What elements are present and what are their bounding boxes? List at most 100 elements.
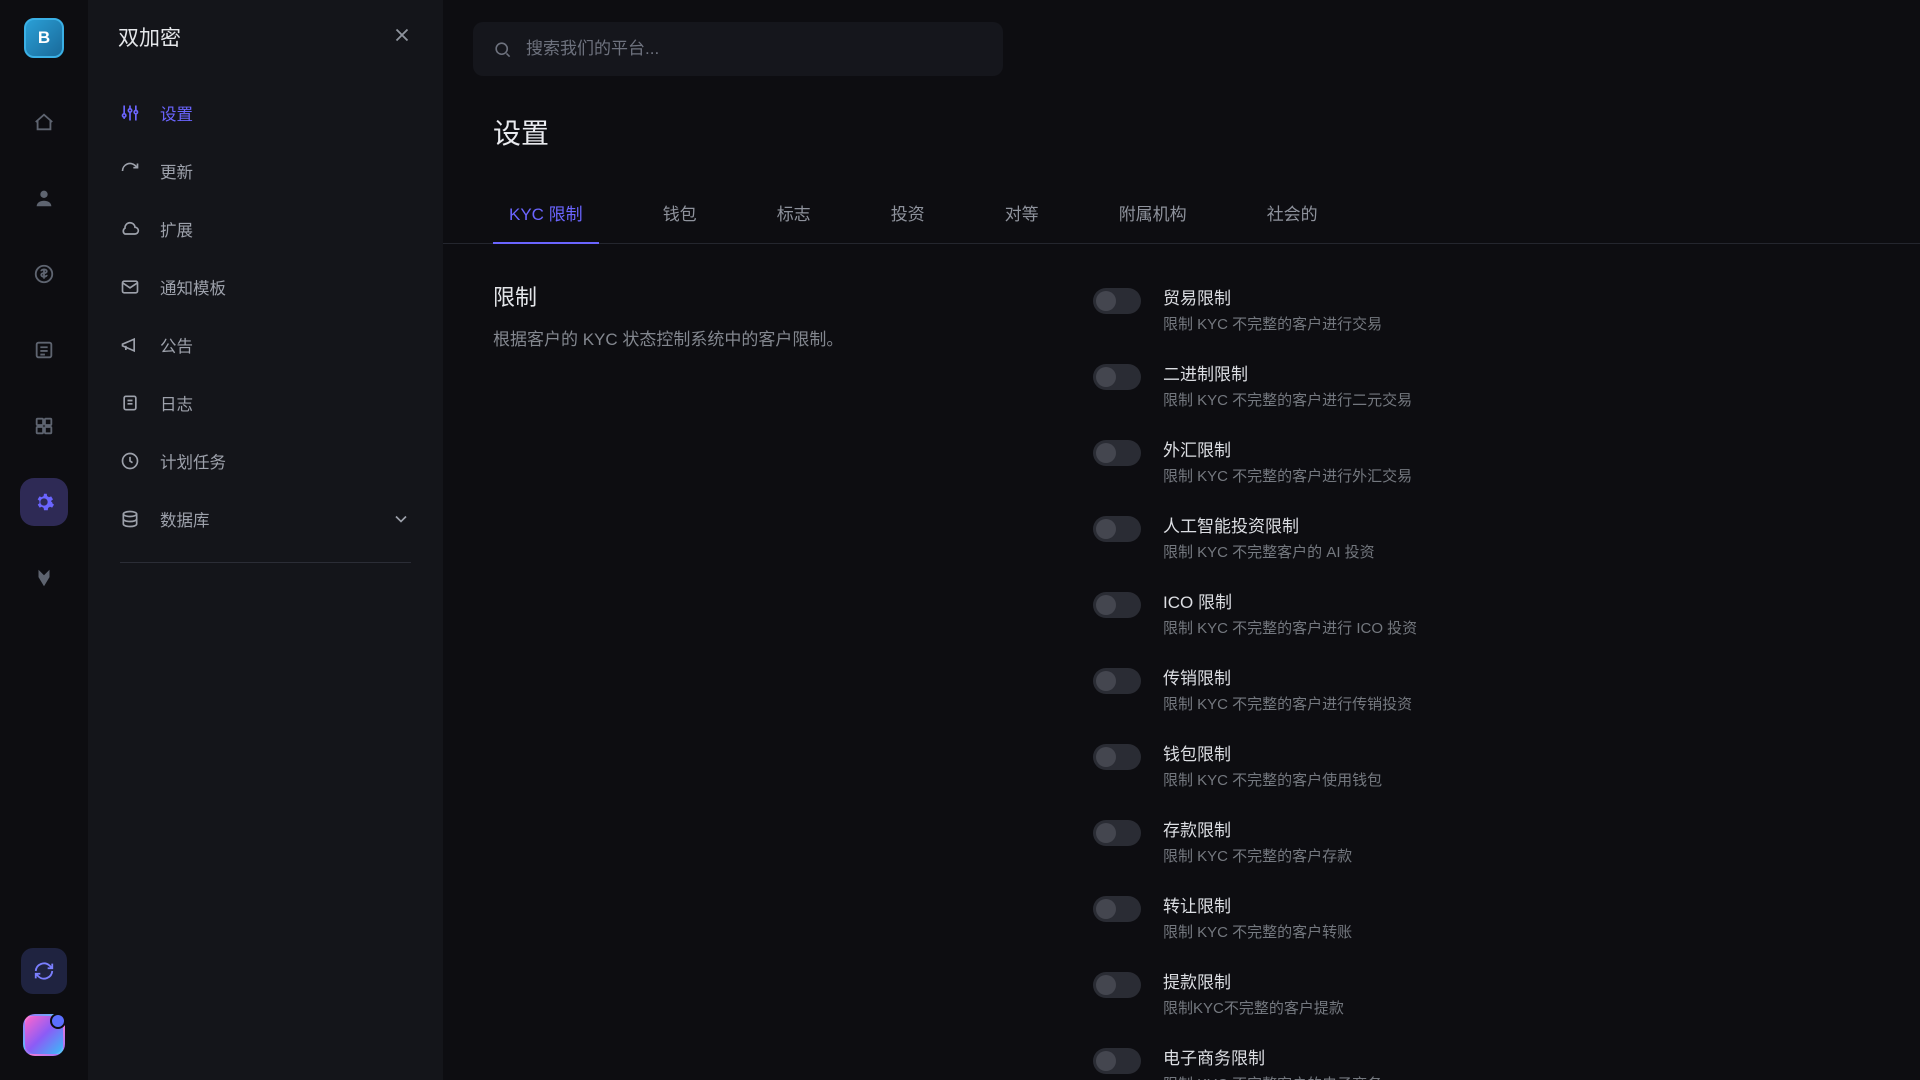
restriction-subtitle: 限制 KYC 不完整的客户进行外汇交易 xyxy=(1163,465,1412,486)
chevron-down-icon xyxy=(391,509,411,529)
database-icon xyxy=(120,509,140,529)
restrictions-list: 贸易限制限制 KYC 不完整的客户进行交易二进制限制限制 KYC 不完整的客户进… xyxy=(1093,280,1860,1080)
rail-user-icon[interactable] xyxy=(20,174,68,222)
sliders-icon xyxy=(120,103,140,123)
tab-invest[interactable]: 投资 xyxy=(875,200,941,243)
toggle-switch[interactable] xyxy=(1093,668,1141,694)
clock-icon xyxy=(120,451,140,471)
restriction-row: 传销限制限制 KYC 不完整的客户进行传销投资 xyxy=(1093,664,1860,714)
tab-flags[interactable]: 标志 xyxy=(761,200,827,243)
restriction-row: ICO 限制限制 KYC 不完整的客户进行 ICO 投资 xyxy=(1093,588,1860,638)
restriction-title: ICO 限制 xyxy=(1163,588,1417,613)
sidebar-item-label: 扩展 xyxy=(160,217,193,241)
app-logo[interactable]: B xyxy=(24,18,64,58)
restriction-subtitle: 限制 KYC 不完整客户的电子商务 xyxy=(1163,1073,1382,1080)
sidebar-item-database[interactable]: 数据库 xyxy=(106,490,425,548)
restriction-subtitle: 限制 KYC 不完整的客户使用钱包 xyxy=(1163,769,1382,790)
sidebar-item-label: 通知模板 xyxy=(160,275,226,299)
restriction-row: 转让限制限制 KYC 不完整的客户转账 xyxy=(1093,892,1860,942)
restriction-row: 提款限制限制KYC不完整的客户提款 xyxy=(1093,968,1860,1018)
refresh-icon xyxy=(120,161,140,181)
restriction-subtitle: 限制 KYC 不完整的客户进行传销投资 xyxy=(1163,693,1412,714)
toggle-switch[interactable] xyxy=(1093,288,1141,314)
tab-social[interactable]: 社会的 xyxy=(1251,200,1334,243)
toggle-switch[interactable] xyxy=(1093,744,1141,770)
sidebar-item-settings[interactable]: 设置 xyxy=(106,84,425,142)
sidebar-item-update[interactable]: 更新 xyxy=(106,142,425,200)
icon-rail: B xyxy=(0,0,88,1080)
sidebar-item-extensions[interactable]: 扩展 xyxy=(106,200,425,258)
sidebar: 双加密 设置 更新 扩展 通知模板 公 xyxy=(88,0,443,1080)
tab-affiliates[interactable]: 附属机构 xyxy=(1103,200,1203,243)
restriction-subtitle: 限制 KYC 不完整的客户转账 xyxy=(1163,921,1352,942)
note-icon xyxy=(120,393,140,413)
sidebar-item-label: 数据库 xyxy=(160,507,210,531)
sidebar-item-notifications[interactable]: 通知模板 xyxy=(106,258,425,316)
tab-p2p[interactable]: 对等 xyxy=(989,200,1055,243)
toggle-switch[interactable] xyxy=(1093,1048,1141,1074)
rail-apps-icon[interactable] xyxy=(20,402,68,450)
restriction-title: 人工智能投资限制 xyxy=(1163,512,1375,537)
restriction-row: 存款限制限制 KYC 不完整的客户存款 xyxy=(1093,816,1860,866)
restriction-subtitle: 限制KYC不完整的客户提款 xyxy=(1163,997,1344,1018)
page-title: 设置 xyxy=(443,76,1920,152)
sidebar-item-label: 公告 xyxy=(160,333,193,357)
restriction-subtitle: 限制 KYC 不完整客户的 AI 投资 xyxy=(1163,541,1375,562)
restriction-title: 传销限制 xyxy=(1163,664,1412,689)
mail-icon xyxy=(120,277,140,297)
rail-sync-icon[interactable] xyxy=(21,948,67,994)
search-icon xyxy=(493,40,512,59)
toggle-switch[interactable] xyxy=(1093,820,1141,846)
section-text: 根据客户的 KYC 状态控制系统中的客户限制。 xyxy=(493,326,1033,353)
section-description: 限制 根据客户的 KYC 状态控制系统中的客户限制。 xyxy=(493,280,1033,1080)
restriction-title: 外汇限制 xyxy=(1163,436,1412,461)
restriction-row: 外汇限制限制 KYC 不完整的客户进行外汇交易 xyxy=(1093,436,1860,486)
user-avatar[interactable] xyxy=(23,1014,65,1056)
restriction-row: 人工智能投资限制限制 KYC 不完整客户的 AI 投资 xyxy=(1093,512,1860,562)
restriction-title: 提款限制 xyxy=(1163,968,1344,993)
rail-theme-icon[interactable] xyxy=(20,554,68,602)
sidebar-item-label: 设置 xyxy=(160,101,193,125)
sidebar-item-scheduled[interactable]: 计划任务 xyxy=(106,432,425,490)
restriction-subtitle: 限制 KYC 不完整的客户存款 xyxy=(1163,845,1352,866)
restriction-title: 二进制限制 xyxy=(1163,360,1412,385)
restriction-title: 电子商务限制 xyxy=(1163,1044,1382,1069)
sidebar-item-label: 计划任务 xyxy=(160,449,226,473)
search-input[interactable] xyxy=(526,39,983,59)
search-box[interactable] xyxy=(473,22,1003,76)
rail-currency-icon[interactable] xyxy=(20,250,68,298)
restriction-title: 存款限制 xyxy=(1163,816,1352,841)
restriction-row: 二进制限制限制 KYC 不完整的客户进行二元交易 xyxy=(1093,360,1860,410)
close-icon[interactable] xyxy=(391,24,413,51)
restriction-title: 贸易限制 xyxy=(1163,284,1382,309)
cloud-icon xyxy=(120,219,140,239)
sidebar-item-label: 更新 xyxy=(160,159,193,183)
tab-kyc[interactable]: KYC 限制 xyxy=(493,200,599,243)
main-content: 设置 KYC 限制 钱包 标志 投资 对等 附属机构 社会的 限制 根据客户的 … xyxy=(443,0,1920,1080)
restriction-title: 钱包限制 xyxy=(1163,740,1382,765)
restriction-subtitle: 限制 KYC 不完整的客户进行 ICO 投资 xyxy=(1163,617,1417,638)
rail-settings-icon[interactable] xyxy=(20,478,68,526)
rail-news-icon[interactable] xyxy=(20,326,68,374)
rail-home-icon[interactable] xyxy=(20,98,68,146)
restriction-row: 贸易限制限制 KYC 不完整的客户进行交易 xyxy=(1093,284,1860,334)
tab-wallet[interactable]: 钱包 xyxy=(647,200,713,243)
restriction-title: 转让限制 xyxy=(1163,892,1352,917)
sidebar-title: 双加密 xyxy=(118,22,181,52)
sidebar-item-logs[interactable]: 日志 xyxy=(106,374,425,432)
restriction-row: 电子商务限制限制 KYC 不完整客户的电子商务 xyxy=(1093,1044,1860,1080)
restriction-subtitle: 限制 KYC 不完整的客户进行二元交易 xyxy=(1163,389,1412,410)
divider xyxy=(120,562,411,563)
toggle-switch[interactable] xyxy=(1093,592,1141,618)
sidebar-item-announcements[interactable]: 公告 xyxy=(106,316,425,374)
restriction-subtitle: 限制 KYC 不完整的客户进行交易 xyxy=(1163,313,1382,334)
toggle-switch[interactable] xyxy=(1093,516,1141,542)
section-title: 限制 xyxy=(493,280,1033,312)
megaphone-icon xyxy=(120,335,140,355)
sidebar-item-label: 日志 xyxy=(160,391,193,415)
toggle-switch[interactable] xyxy=(1093,440,1141,466)
restriction-row: 钱包限制限制 KYC 不完整的客户使用钱包 xyxy=(1093,740,1860,790)
toggle-switch[interactable] xyxy=(1093,364,1141,390)
toggle-switch[interactable] xyxy=(1093,972,1141,998)
toggle-switch[interactable] xyxy=(1093,896,1141,922)
